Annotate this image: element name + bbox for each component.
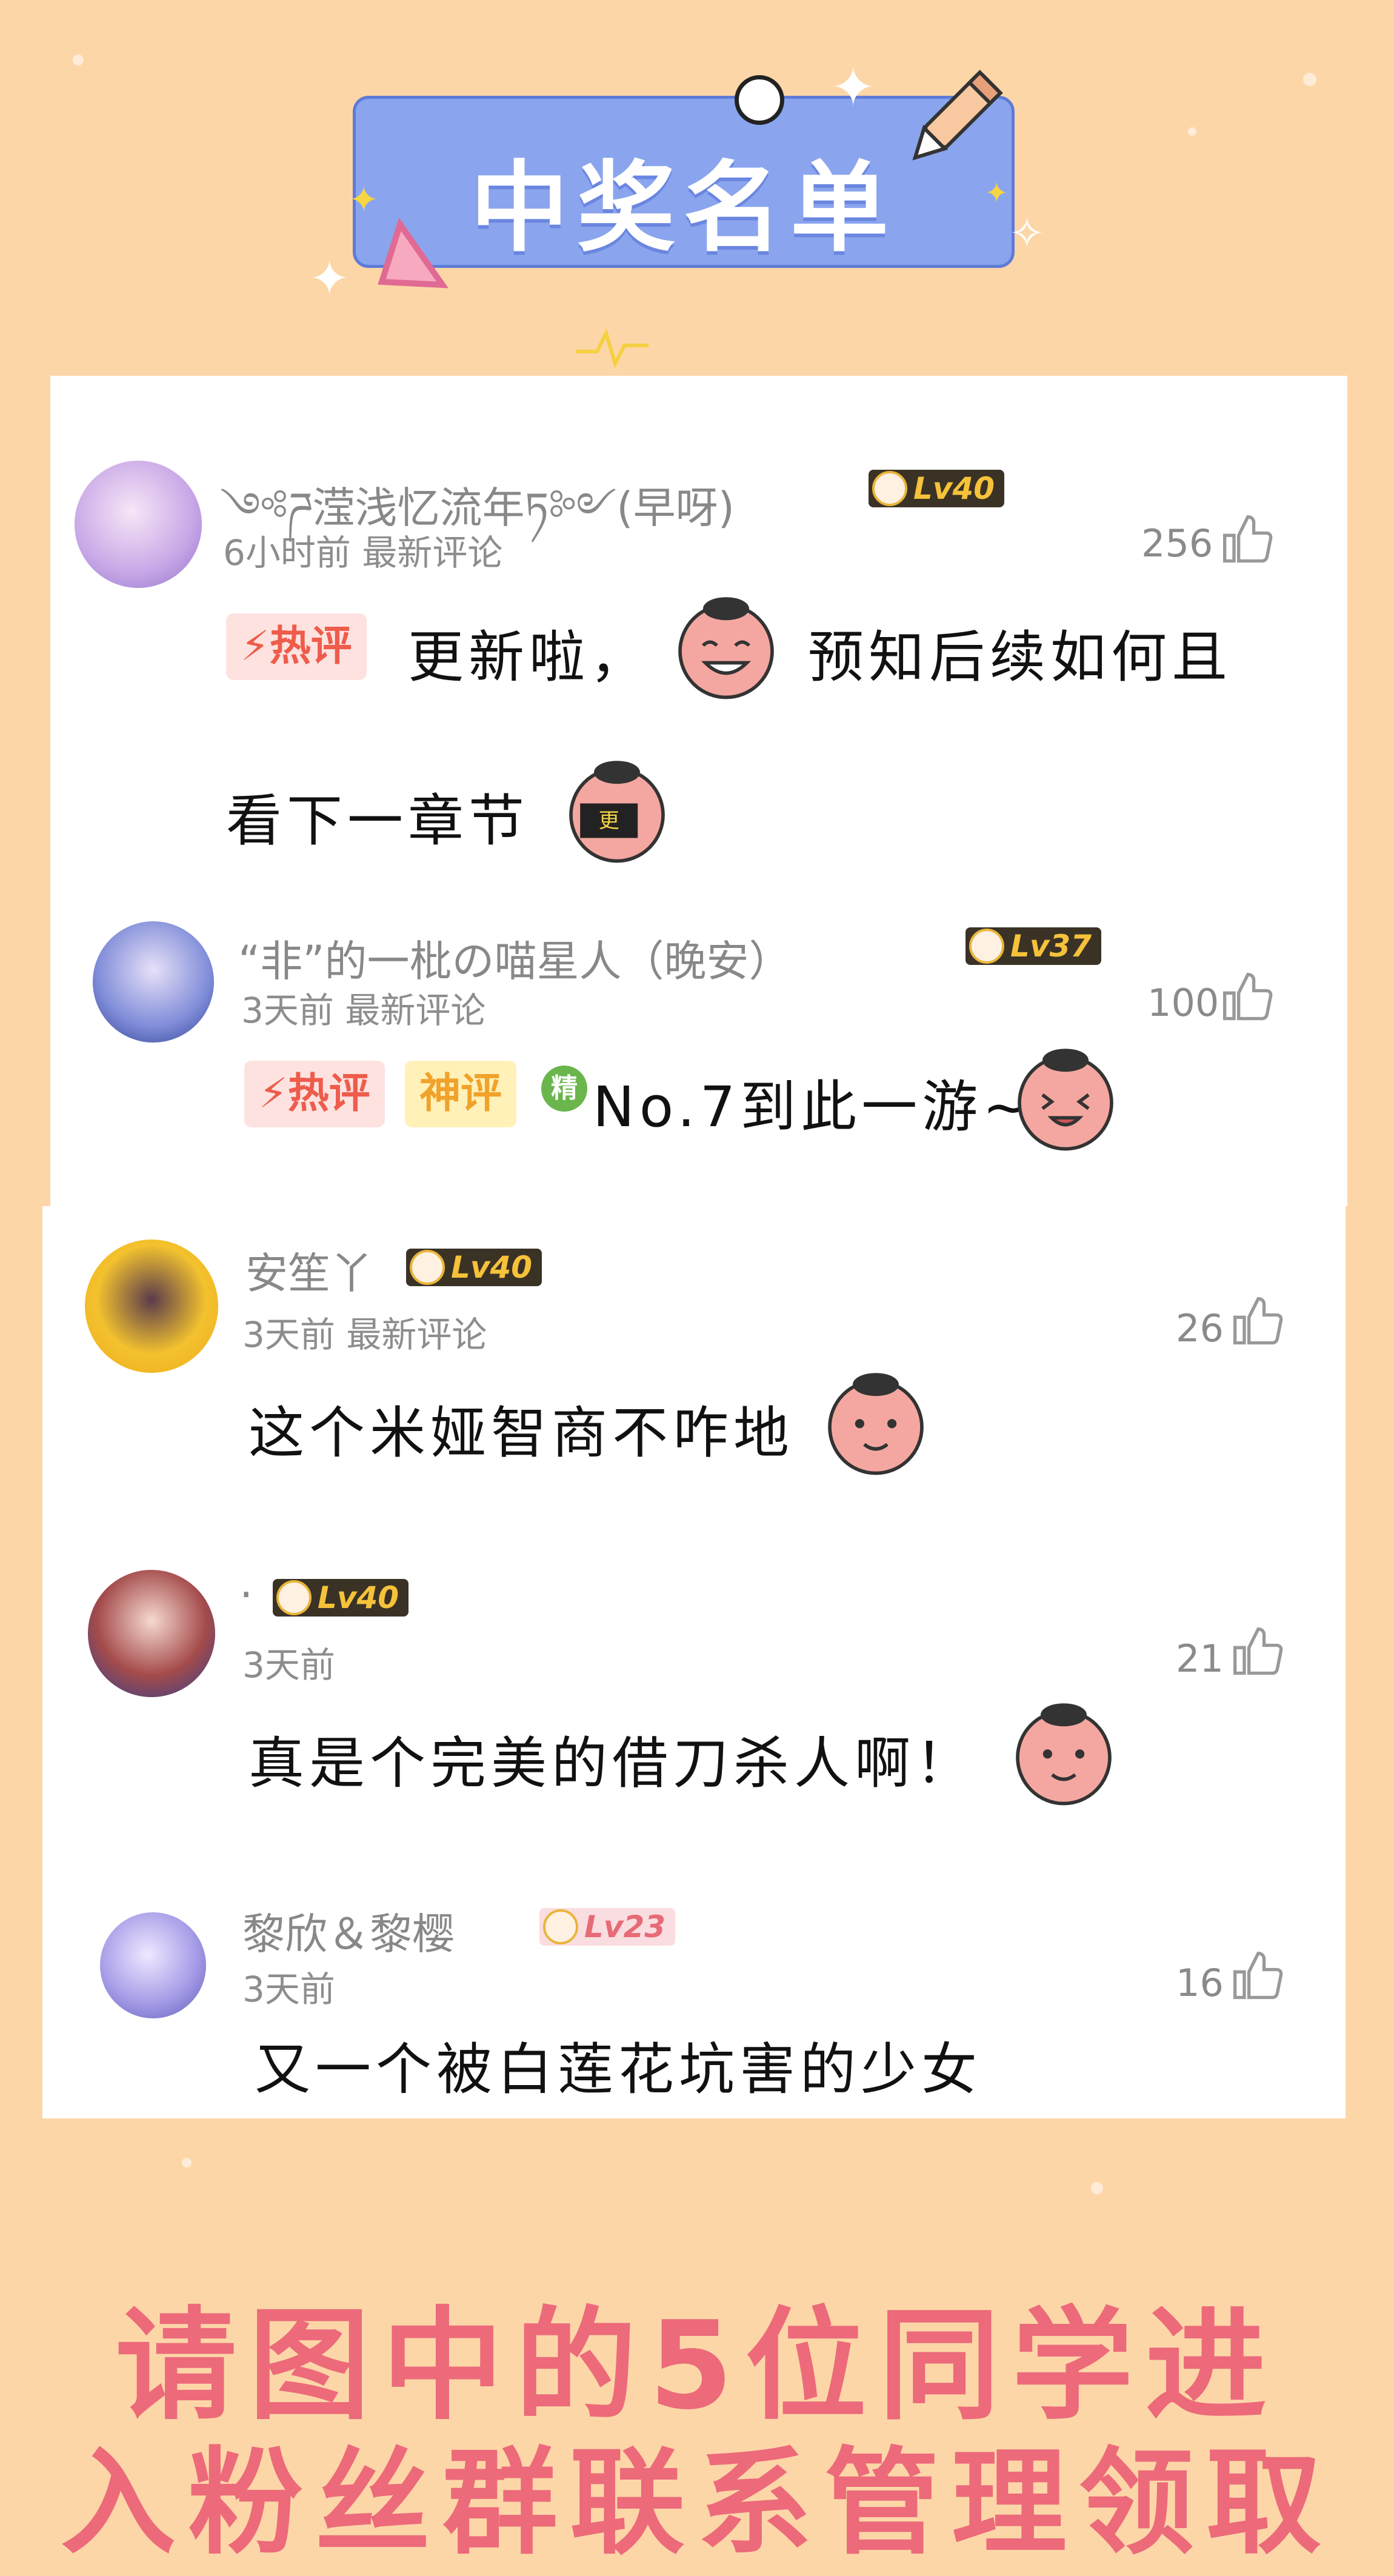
thumbs-up-icon[interactable] (1230, 1294, 1286, 1350)
svg-text:更: 更 (599, 809, 619, 833)
thumbs-up-icon[interactable] (1230, 1949, 1286, 2004)
bg-dot (73, 55, 84, 65)
pencil-icon (912, 70, 1003, 161)
comment-text: No.7到此一游~ (593, 1075, 1035, 1140)
comment-text: 更新啦， (408, 625, 651, 690)
featured-badge: 精 (541, 1066, 587, 1112)
update-emoji-icon: 更 (569, 761, 665, 863)
sparkle-icon: ✦ (830, 56, 876, 119)
user-avatar[interactable] (93, 921, 214, 1043)
happy-emoji-icon (1018, 1049, 1113, 1151)
level-badge: Lv40 (406, 1249, 542, 1286)
comment-text-line2: 看下一章节 (226, 789, 530, 853)
comment-time: 3天前 最新评论 (242, 1314, 487, 1355)
level-badge: Lv40 (869, 470, 1005, 507)
level-badge: Lv40 (273, 1579, 409, 1617)
crown-icon (276, 1580, 312, 1615)
comment-text: 真是个完美的借刀杀人啊！ (248, 1731, 976, 1796)
sparkle-icon: ✦ (985, 176, 1009, 209)
comments-panel-bottom: 安笙丫 Lv40 3天前 最新评论 26 这个米娅智商不咋地 . Lv40 3天… (42, 1206, 1346, 2118)
level-badge: Lv23 (539, 1908, 676, 1946)
like-count: 16 (1176, 1961, 1224, 2005)
comment-time: 3天前 (242, 1644, 335, 1686)
comment-text: 这个米娅智商不咋地 (248, 1401, 795, 1466)
crown-icon (969, 929, 1004, 964)
sparkle-icon: ✧ (1009, 209, 1045, 258)
footer-text-line2: 入粉丝群联系管理领取 (60, 2436, 1333, 2570)
crown-icon (410, 1250, 445, 1285)
triangle-decoration (378, 218, 449, 289)
sparkle-icon: ✦ (348, 179, 379, 221)
like-count: 26 (1176, 1306, 1224, 1350)
thumbs-up-icon[interactable] (1220, 512, 1276, 568)
bg-dot (182, 2158, 192, 2167)
comment-text: 又一个被白莲花坑害的少女 (255, 2037, 982, 2102)
crown-icon (543, 1909, 578, 1944)
comment-item: “非”的一枇の喵星人（晚安） Lv37 3天前 最新评论 100 ⚡热评 神评 … (50, 909, 1347, 1206)
user-avatar[interactable] (88, 1570, 215, 1697)
username[interactable]: 安笙丫 (245, 1240, 373, 1301)
crown-icon (872, 471, 907, 506)
comments-panel-top: ༺ཌ滢浅忆流年ཏ༻(早呀) Lv40 6小时前 最新评论 256 ⚡热评 更新啦… (50, 376, 1347, 1206)
comment-item: 黎欣＆黎樱 Lv23 3天前 16 又一个被白莲花坑害的少女 (42, 1861, 1346, 2118)
comment-item: . Lv40 3天前 21 真是个完美的借刀杀人啊！ (42, 1533, 1346, 1837)
user-avatar[interactable] (100, 1912, 206, 2018)
comment-time: 6小时前 最新评论 (223, 532, 503, 573)
banner-ring-decoration (735, 75, 784, 125)
username[interactable]: 黎欣＆黎樱 (242, 1900, 455, 1961)
god-comment-tag: 神评 (405, 1061, 517, 1127)
hot-comment-tag: ⚡热评 (226, 613, 367, 680)
user-avatar[interactable] (85, 1240, 218, 1373)
comment-item: ༺ཌ滢浅忆流年ཏ༻(早呀) Lv40 6小时前 最新评论 256 ⚡热评 更新啦… (50, 376, 1347, 909)
thumbs-up-icon[interactable] (1230, 1624, 1286, 1680)
thumbs-up-icon[interactable] (1220, 970, 1276, 1026)
like-count: 21 (1176, 1637, 1224, 1681)
bg-dot (1091, 2182, 1103, 2194)
comment-text-continued: 预知后续如何且 (808, 625, 1233, 690)
bg-dot (1303, 73, 1316, 86)
comment-time: 3天前 最新评论 (241, 990, 486, 1031)
hot-comment-tag: ⚡热评 (244, 1061, 385, 1127)
username[interactable]: “非”的一枇の喵星人（晚安） (238, 927, 792, 989)
level-badge: Lv37 (965, 927, 1102, 965)
like-count: 256 (1141, 521, 1213, 566)
dog-face-emoji-icon (828, 1373, 924, 1475)
laughing-emoji-icon (678, 597, 774, 699)
comment-time: 3天前 (242, 1969, 335, 2010)
dog-face-emoji-icon (1016, 1703, 1112, 1806)
bg-dot (1188, 127, 1196, 136)
heartbeat-decoration (576, 328, 649, 369)
username[interactable]: . (239, 1558, 253, 1607)
comment-item: 安笙丫 Lv40 3天前 最新评论 26 这个米娅智商不咋地 (42, 1206, 1346, 1509)
user-avatar[interactable] (75, 461, 202, 588)
like-count: 100 (1147, 981, 1219, 1025)
sparkle-icon: ✦ (309, 250, 350, 307)
